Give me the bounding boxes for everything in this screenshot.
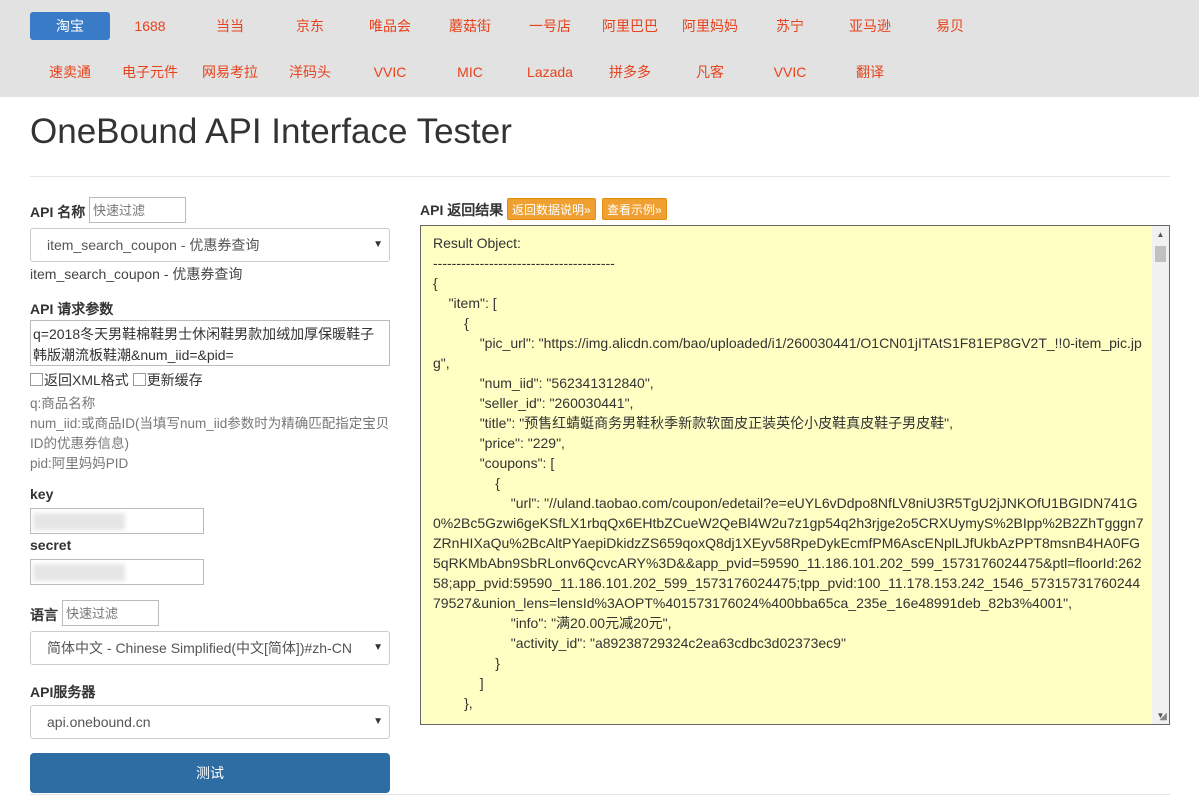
nav-link[interactable]: VVIC	[750, 58, 830, 86]
chevron-down-icon: ▼	[373, 239, 383, 250]
param-desc-q: q:商品名称	[30, 396, 96, 411]
chevron-down-icon: ▼	[373, 642, 383, 653]
view-example-button[interactable]: 查看示例»	[602, 198, 667, 220]
options-row: 返回XML格式 更新缓存	[30, 370, 203, 390]
nav-link[interactable]: 阿里妈妈	[670, 12, 750, 40]
language-filter-input[interactable]	[62, 600, 159, 626]
nav-link[interactable]: 蘑菇街	[430, 12, 510, 40]
param-desc-num-iid: num_iid:或商品ID(当填写num_iid参数时为精确匹配指定宝贝ID的优…	[30, 416, 390, 451]
params-input[interactable]	[30, 320, 390, 366]
divider	[30, 794, 1170, 795]
nav-link[interactable]: 京东	[270, 12, 350, 40]
resize-handle-icon[interactable]: ◢	[1159, 711, 1167, 722]
secret-input[interactable]	[30, 559, 204, 585]
result-text: Result Object: -------------------------…	[433, 235, 1144, 711]
cache-label: 更新缓存	[146, 372, 203, 388]
key-label: key	[30, 486, 54, 502]
result-label: API 返回结果	[420, 202, 504, 218]
nav-link[interactable]: Lazada	[510, 58, 590, 86]
nav-link[interactable]: 1688	[110, 12, 190, 40]
server-select[interactable]: api.onebound.cn ▼	[30, 705, 390, 739]
nav-link[interactable]: 电子元件	[110, 58, 190, 86]
api-name-label: API 名称	[30, 204, 86, 220]
scroll-thumb[interactable]	[1155, 246, 1166, 262]
chevron-down-icon: ▼	[373, 716, 383, 727]
nav-link[interactable]: 翻译	[830, 58, 910, 86]
nav-link[interactable]: 速卖通	[30, 58, 110, 86]
divider	[30, 176, 1170, 177]
nav-link[interactable]: 当当	[190, 12, 270, 40]
nav-link[interactable]: 拼多多	[590, 58, 670, 86]
page-title: OneBound API Interface Tester	[30, 112, 512, 151]
nav-link[interactable]: VVIC	[350, 58, 430, 86]
api-select-value: item_search_coupon - 优惠券查询	[47, 237, 260, 253]
nav-link[interactable]: 唯品会	[350, 12, 430, 40]
scroll-up-arrow-icon[interactable]: ▲	[1152, 226, 1169, 243]
nav-link[interactable]: 淘宝	[30, 12, 110, 40]
nav-link[interactable]: 凡客	[670, 58, 750, 86]
api-caption: item_search_coupon - 优惠券查询	[30, 266, 243, 282]
params-label: API 请求参数	[30, 301, 114, 317]
language-select[interactable]: 简体中文 - Chinese Simplified(中文[简体])#zh-CN …	[30, 631, 390, 665]
nav-link[interactable]: 亚马逊	[830, 12, 910, 40]
api-filter-input[interactable]	[89, 197, 186, 223]
key-input[interactable]	[30, 508, 204, 534]
xml-checkbox[interactable]	[30, 373, 43, 386]
xml-label: 返回XML格式	[44, 372, 129, 388]
server-label: API服务器	[30, 684, 96, 700]
api-select[interactable]: item_search_coupon - 优惠券查询 ▼	[30, 228, 390, 262]
nav-link[interactable]: 一号店	[510, 12, 590, 40]
param-desc-pid: pid:阿里妈妈PID	[30, 456, 129, 471]
redacted-value	[33, 564, 125, 581]
language-select-value: 简体中文 - Chinese Simplified(中文[简体])#zh-CN	[47, 640, 352, 656]
params-description: q:商品名称 num_iid:或商品ID(当填写num_iid参数时为精确匹配指…	[30, 394, 392, 474]
nav-link[interactable]: MIC	[430, 58, 510, 86]
result-scrollbar[interactable]: ▲ ▼	[1152, 226, 1169, 724]
nav-link[interactable]: 阿里巴巴	[590, 12, 670, 40]
return-doc-button[interactable]: 返回数据说明»	[507, 198, 596, 220]
redacted-value	[33, 513, 125, 530]
nav-link[interactable]: 网易考拉	[190, 58, 270, 86]
secret-label: secret	[30, 537, 72, 553]
cache-checkbox[interactable]	[132, 373, 146, 386]
result-panel[interactable]: Result Object: -------------------------…	[420, 225, 1170, 725]
test-button[interactable]: 测试	[30, 753, 390, 793]
nav-link[interactable]: 洋码头	[270, 58, 350, 86]
nav-link[interactable]: 易贝	[910, 12, 990, 40]
nav-link[interactable]: 苏宁	[750, 12, 830, 40]
server-select-value: api.onebound.cn	[47, 714, 151, 730]
language-label: 语言	[30, 607, 58, 623]
top-navigation: 淘宝 1688 当当 京东 唯品会 蘑菇街 一号店 阿里巴巴 阿里妈妈 苏宁 亚马逊 易贝速卖通 电子元…	[0, 0, 1199, 97]
